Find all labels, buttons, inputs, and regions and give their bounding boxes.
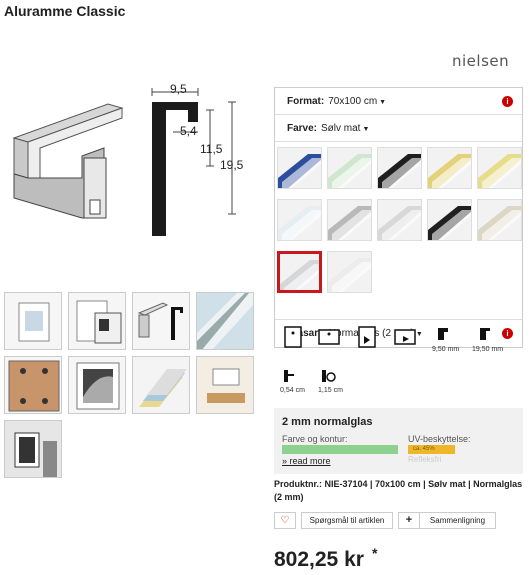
thumbnail-back-side[interactable]	[4, 356, 62, 414]
profile-depth-label: 19,50 mm	[472, 346, 504, 353]
rebate-b-label: 1,15 cm	[318, 387, 343, 394]
profile-depth-icon	[480, 328, 490, 340]
thumbnail-framed-photo[interactable]	[68, 356, 126, 414]
dim-lip: 5,4	[180, 124, 197, 138]
color-swatch[interactable]	[327, 199, 372, 241]
format-selector[interactable]: Format: 70x100 cm ▼ i	[275, 88, 522, 115]
profile-illustration: 9,5 5,4 11,5 19,5	[0, 78, 262, 283]
portrait-clip-icon	[358, 326, 376, 348]
rebate-depth-icon	[284, 370, 294, 382]
color-swatch[interactable]	[477, 199, 522, 241]
color-swatch[interactable]	[477, 147, 522, 189]
format-value[interactable]: 70x100 cm	[328, 96, 377, 107]
brand-logo: nielsen	[452, 52, 510, 70]
color-selector[interactable]: Farve: Sølv mat ▼	[275, 115, 522, 142]
frame-feature-icons: 9,50 mm 19,50 mm 0,54 cm 1,15 cm	[274, 324, 523, 404]
color-contour-bar	[282, 445, 398, 454]
product-number: Produktnr.: NIE-37104 | 70x100 cm | Sølv…	[274, 479, 523, 502]
plus-icon[interactable]: +	[398, 512, 420, 529]
color-value[interactable]: Sølv mat	[321, 123, 360, 134]
rebate-clip-icon	[322, 370, 336, 382]
color-swatch-grid	[275, 142, 522, 320]
thumbnail-room-scene[interactable]	[4, 420, 62, 478]
color-swatch[interactable]	[427, 147, 472, 189]
color-label: Farve:	[287, 123, 318, 134]
profile-width-label: 9,50 mm	[432, 346, 460, 353]
faded-feature-label: Refleksfri	[408, 455, 442, 464]
color-swatch[interactable]	[327, 147, 372, 189]
format-label: Format:	[287, 96, 325, 107]
thumbnail-frame-front[interactable]	[4, 292, 62, 350]
color-swatch[interactable]	[277, 199, 322, 241]
color-swatch[interactable]	[427, 199, 472, 241]
glass-info-box: 2 mm normalglas Farve og kontur: UV-besk…	[274, 408, 523, 474]
info-icon[interactable]: i	[502, 96, 513, 107]
frame-corner-image	[12, 88, 236, 236]
profile-width-icon	[438, 328, 448, 340]
color-swatch[interactable]	[277, 147, 322, 189]
dim-depth: 19,5	[220, 158, 244, 172]
color-swatch[interactable]	[327, 251, 372, 293]
uv-protection-label: UV-beskyttelse:	[408, 434, 471, 444]
thumbnail-color-range[interactable]	[132, 356, 190, 414]
thumbnail-interior[interactable]	[196, 356, 254, 414]
landscape-hanging-icon	[318, 329, 340, 345]
color-swatch[interactable]	[377, 199, 422, 241]
color-swatch[interactable]	[277, 251, 322, 293]
color-swatch[interactable]	[377, 147, 422, 189]
price-asterisk: *	[372, 545, 378, 561]
page-title: Aluramme Classic	[4, 3, 126, 19]
chevron-down-icon[interactable]: ▼	[379, 99, 386, 106]
color-contour-label: Farve og kontur:	[282, 434, 348, 444]
uv-protection-bar: ca. 45%	[408, 445, 455, 454]
dim-rebate: 11,5	[200, 142, 223, 156]
options-panel: Format: 70x100 cm ▼ i Farve: Sølv mat ▼ Glas…	[274, 87, 523, 348]
thumbnail-profile-drawing[interactable]	[132, 292, 190, 350]
compare-button[interactable]: Sammenligning	[419, 512, 496, 529]
dim-width: 9,5	[170, 82, 187, 96]
ask-question-button[interactable]: Spørgsmål til artiklen	[301, 512, 393, 529]
price: 802,25 kr	[274, 548, 364, 571]
read-more-link[interactable]: » read more	[282, 456, 331, 466]
glass-title: 2 mm normalglas	[282, 416, 373, 428]
wishlist-heart-button[interactable]: ♡	[274, 512, 296, 529]
rebate-a-label: 0,54 cm	[280, 387, 305, 394]
thumbnail-frame-parts[interactable]	[68, 292, 126, 350]
thumbnail-corner-closeup[interactable]	[196, 292, 254, 350]
landscape-clip-icon	[394, 329, 416, 345]
chevron-down-icon[interactable]: ▼	[362, 126, 369, 133]
portrait-hanging-icon	[284, 326, 302, 348]
